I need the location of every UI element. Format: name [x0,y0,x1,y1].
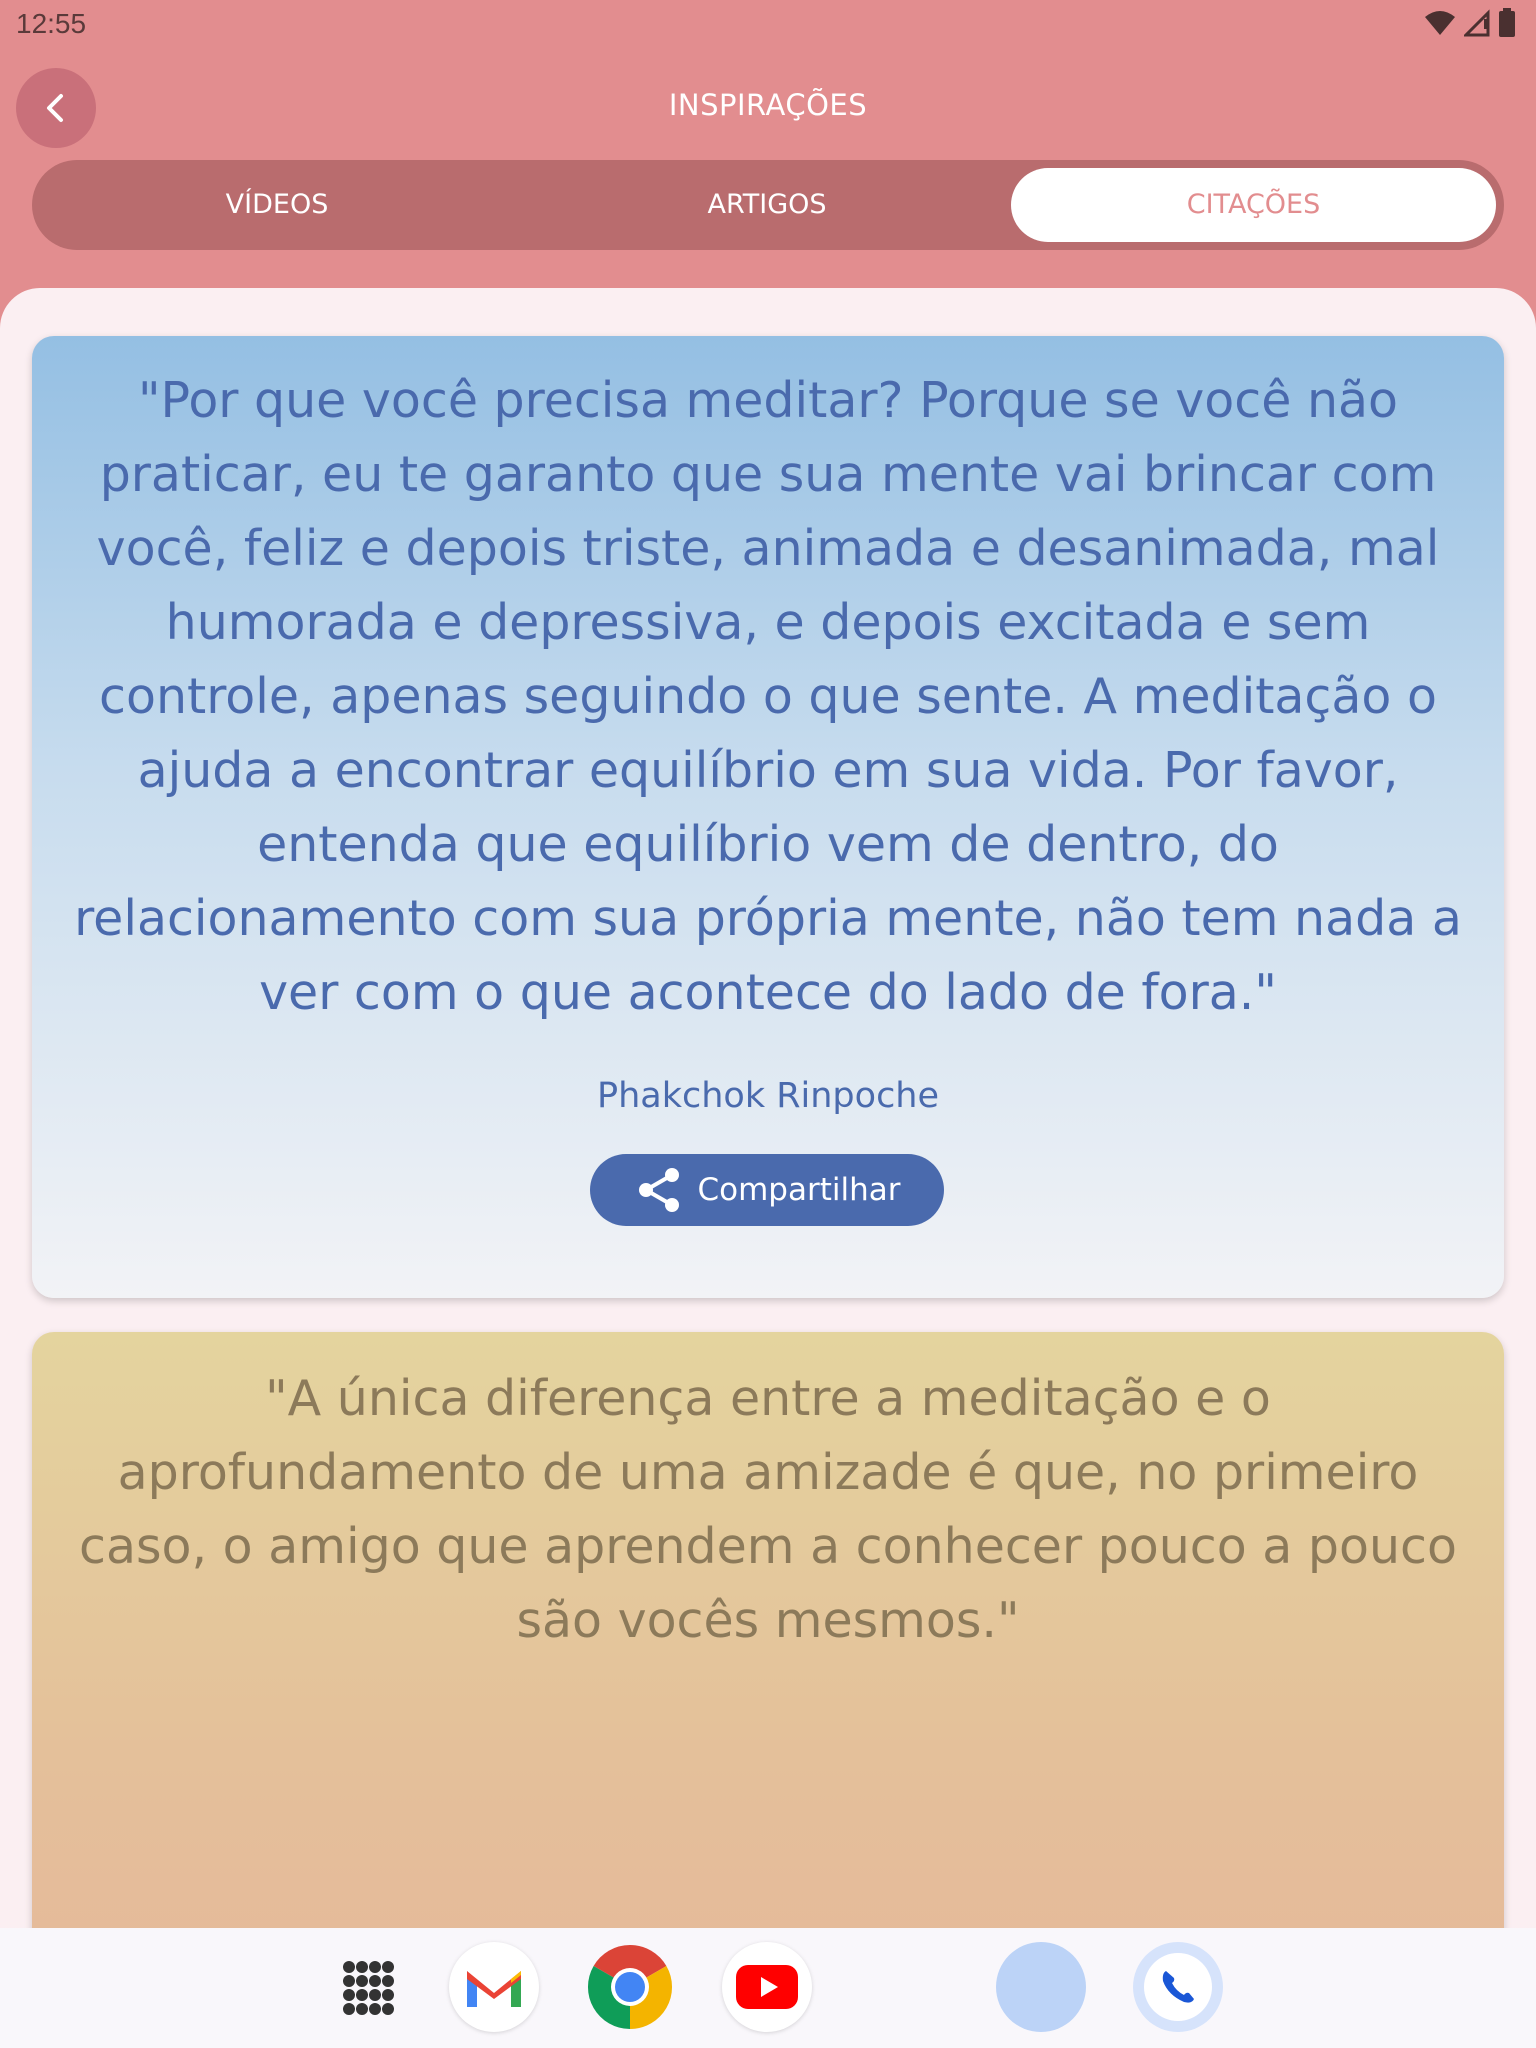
quote-author: Phakchok Rinpoche [596,1076,940,1116]
quote-text: "Por que você precisa meditar? Porque se… [74,372,1462,1021]
app-drawer-icon[interactable] [324,1942,414,2032]
wifi-icon [1425,11,1455,35]
tab-citacoes[interactable]: CITAÇÕES [1011,168,1496,242]
status-icons [1424,8,1516,38]
phone-icon[interactable] [1133,1942,1223,2032]
assistant-icon[interactable] [996,1942,1086,2032]
quotes-list[interactable]: "Por que você precisa meditar? Porque se… [0,288,1536,1928]
chrome-icon[interactable] [585,1942,675,2032]
youtube-icon[interactable] [722,1942,812,2032]
tab-videos[interactable]: VÍDEOS [32,160,522,250]
app-bar: INSPIRAÇÕES [0,60,1536,150]
battery-icon [1499,8,1515,37]
share-icon [638,1168,679,1212]
tab-bar: VÍDEOS ARTIGOS CITAÇÕES [32,160,1504,250]
signal-icon [1464,9,1490,37]
tab-artigos[interactable]: ARTIGOS [522,160,1012,250]
gmail-icon[interactable] [449,1942,539,2032]
status-bar: 12:55 [0,0,1536,50]
quote-card: "Por que você precisa meditar? Porque se… [32,336,1504,1298]
page-title: INSPIRAÇÕES [668,88,868,122]
quote-card: "A única diferença entre a meditação e o… [32,1332,1504,1928]
share-button[interactable]: Compartilhar [590,1154,944,1226]
share-button-label: Compartilhar [697,1172,901,1208]
quote-text: "A única diferença entre a meditação e o… [79,1370,1457,1649]
status-time: 12:55 [16,8,87,39]
taskbar [0,1928,1536,2048]
